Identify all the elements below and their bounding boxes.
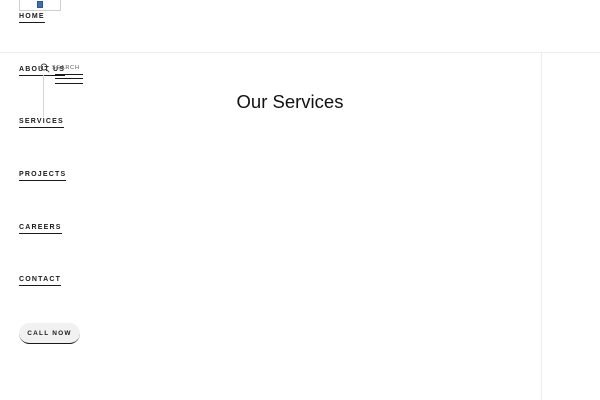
site-logo[interactable] [19, 0, 61, 11]
menu-icon-line [55, 83, 83, 84]
nav-home-link[interactable]: HOME [19, 13, 45, 23]
right-column-divider [541, 52, 542, 400]
nav-projects-link[interactable]: PROJECTS [19, 171, 67, 181]
menu-icon-line [55, 78, 83, 79]
vertical-rule [43, 75, 44, 117]
search-label: SEARCH [52, 65, 80, 71]
menu-toggle-button[interactable] [55, 73, 83, 85]
search-icon [40, 63, 50, 73]
nav-contact-link[interactable]: CONTACT [19, 276, 62, 286]
page-title: Our Services [236, 91, 344, 112]
nav-careers-link[interactable]: CAREERS [19, 224, 62, 234]
logo-icon [37, 1, 43, 8]
header-divider [0, 52, 600, 53]
page: HOME ABOUT US SERVICES PROJECTS CAREERS … [0, 0, 600, 400]
nav-services-link[interactable]: SERVICES [19, 118, 64, 128]
call-now-button[interactable]: CALL NOW [19, 323, 80, 344]
menu-icon-line [55, 74, 83, 75]
